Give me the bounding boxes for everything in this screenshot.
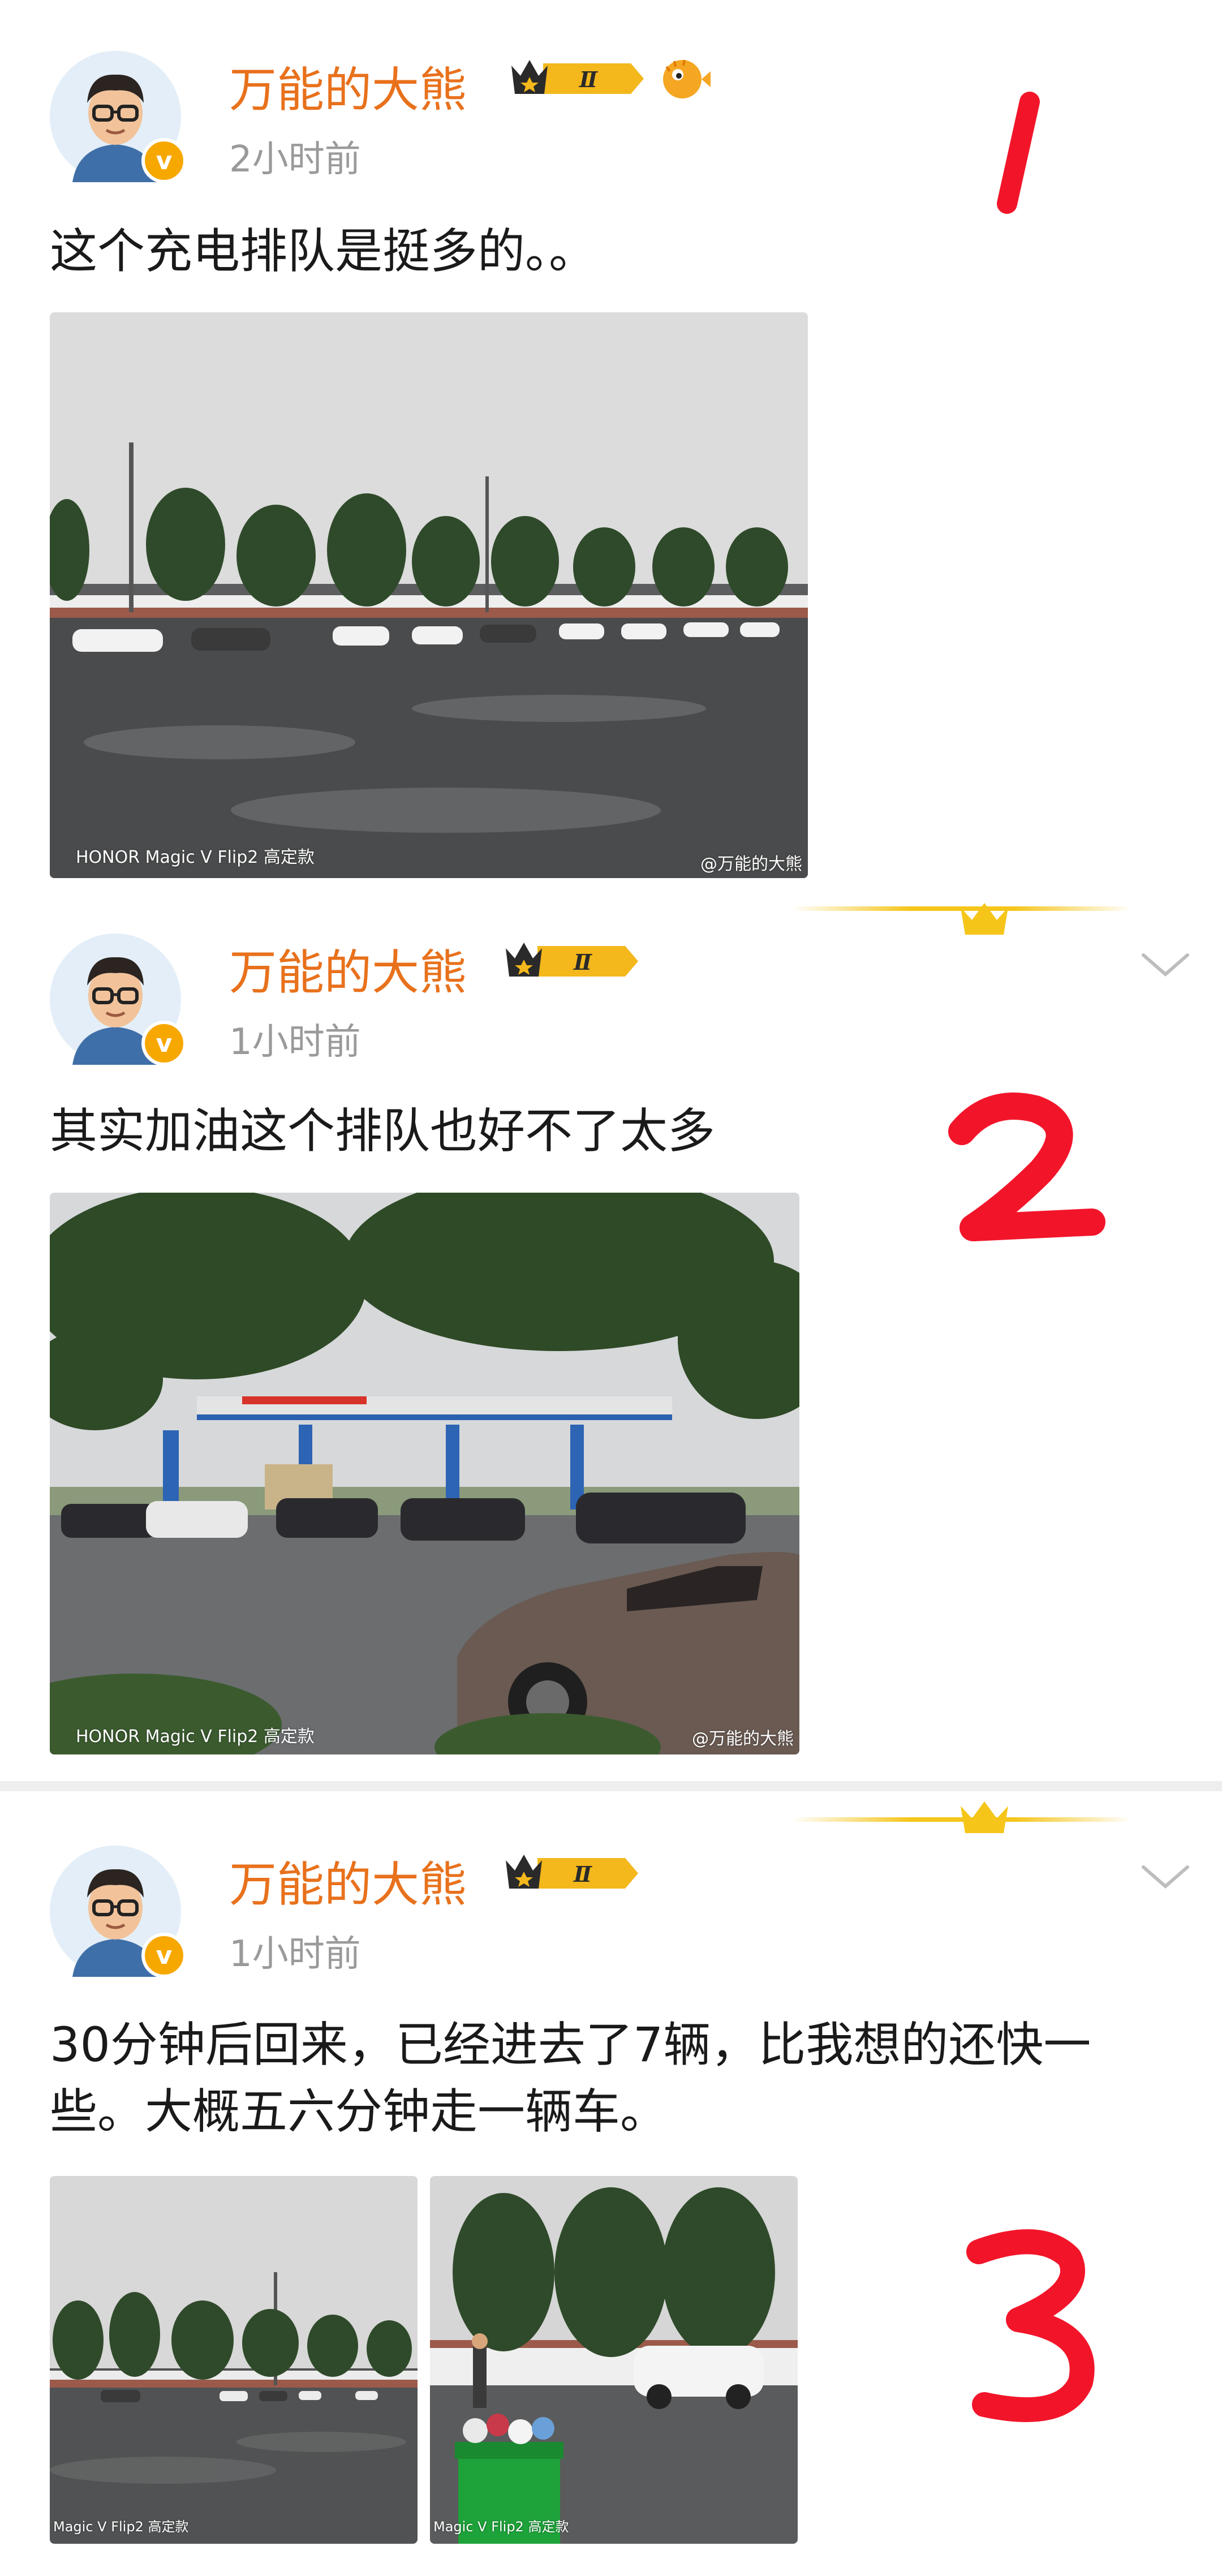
- post-time: 1小时前: [229, 1021, 361, 1063]
- parking-lot-photo: [50, 2176, 418, 2544]
- crown-icon: [961, 1801, 1008, 1833]
- username[interactable]: 万能的大熊: [229, 1847, 467, 1915]
- post-time: 1小时前: [229, 1933, 361, 1975]
- post-time: 2小时前: [229, 139, 361, 180]
- post-text-line-1: 30分钟后回来，已经进去了7辆，比我想的还快一: [50, 2017, 1091, 2072]
- member-level-badge-icon: Ⅱ: [506, 943, 638, 977]
- chevron-down-icon[interactable]: [1140, 951, 1191, 979]
- photo-watermark-left: HONOR Magic V Flip2 高定款: [76, 848, 315, 867]
- crown-icon: [961, 903, 1008, 935]
- post-photo-2[interactable]: Magic V Flip2 高定款: [430, 2176, 798, 2544]
- photo-watermark-left: HONOR Magic V Flip2 高定款: [76, 1727, 315, 1747]
- username[interactable]: 万能的大熊: [229, 52, 467, 121]
- verified-badge-icon: v: [141, 138, 187, 183]
- chevron-down-icon[interactable]: [1140, 1863, 1191, 1891]
- photo-watermark-left: Magic V Flip2 高定款: [433, 2519, 569, 2535]
- member-level-badge-icon: Ⅱ: [511, 60, 644, 94]
- post-photo[interactable]: HONOR Magic V Flip2 高定款 @万能的大熊: [50, 1193, 799, 1754]
- svg-text:Ⅱ: Ⅱ: [573, 1861, 592, 1887]
- member-level-badge-icon: Ⅱ: [506, 1855, 638, 1889]
- feed-separator: [0, 1781, 1222, 1791]
- post-text: 这个充电排队是挺多的。。: [50, 223, 597, 279]
- photo-watermark-right: @万能的大熊: [700, 854, 802, 874]
- post-photo-1[interactable]: Magic V Flip2 高定款: [50, 2176, 418, 2544]
- svg-text:Ⅱ: Ⅱ: [579, 67, 598, 92]
- handwritten-annotation-1: [997, 92, 1040, 214]
- verified-badge-icon: v: [141, 1933, 187, 1978]
- post-text-line-2: 些。大概五六分钟走一辆车。: [50, 2084, 668, 2139]
- gas-station-photo: [50, 1193, 799, 1754]
- parking-lot-photo: [50, 312, 808, 878]
- handwritten-annotation-2: [948, 1093, 1105, 1241]
- trash-bin-photo: [430, 2176, 798, 2544]
- handwritten-annotation-3: [966, 2229, 1095, 2422]
- post-text: 其实加油这个排队也好不了太多: [50, 1103, 716, 1159]
- svg-text:Ⅱ: Ⅱ: [573, 949, 592, 975]
- verified-badge-icon: v: [141, 1021, 187, 1066]
- pufferfish-icon: [663, 59, 711, 98]
- post-photo[interactable]: HONOR Magic V Flip2 高定款 @万能的大熊: [50, 312, 808, 878]
- username[interactable]: 万能的大熊: [229, 935, 467, 1003]
- photo-watermark-right: @万能的大熊: [692, 1729, 794, 1749]
- photo-watermark-left: Magic V Flip2 高定款: [53, 2519, 189, 2535]
